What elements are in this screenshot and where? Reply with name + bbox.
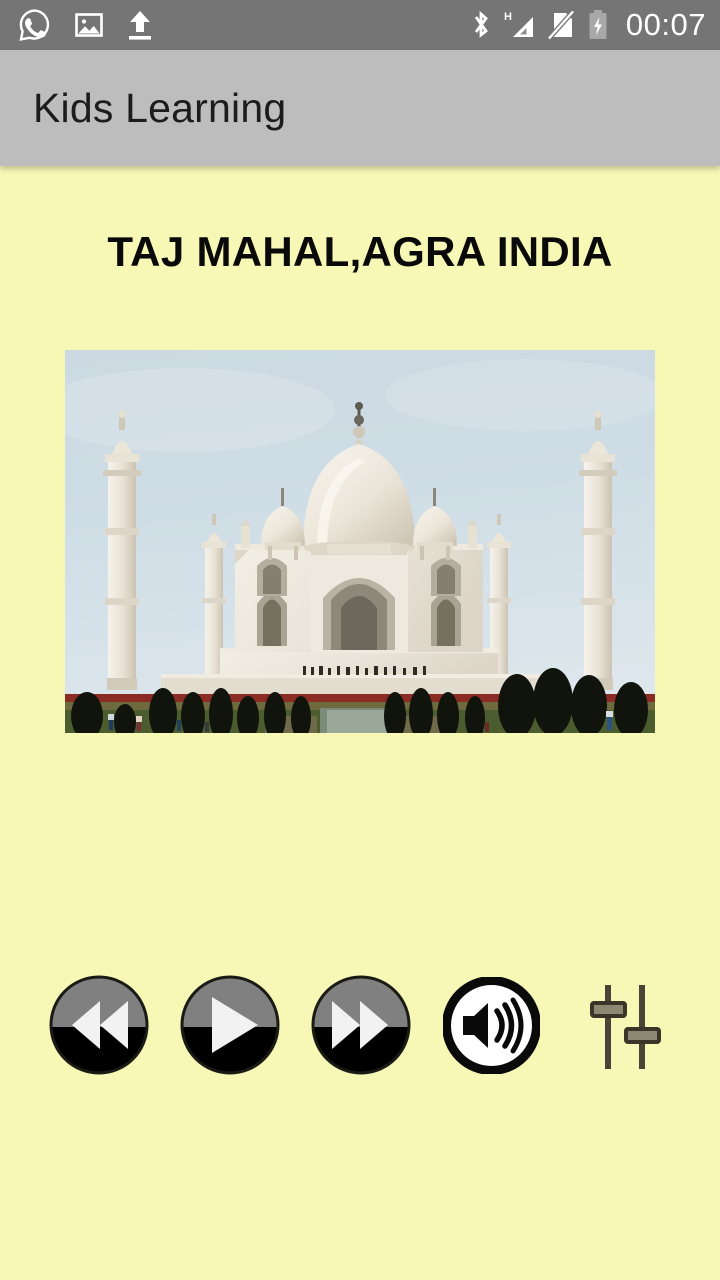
signal-h-icon: H — [502, 8, 536, 42]
playback-controls — [0, 975, 720, 1085]
main-content: TAJ MAHAL,AGRA INDIA — [0, 166, 720, 1280]
previous-button[interactable] — [48, 975, 150, 1075]
taj-mahal-photo[interactable] — [65, 350, 655, 733]
page-title: TAJ MAHAL,AGRA INDIA — [107, 228, 613, 275]
app-bar: Kids Learning — [0, 50, 720, 166]
status-bar-left-icons — [18, 8, 154, 42]
app-screen: H 00:07 Kids Learning TAJ MAHAL,AGRA IND… — [0, 0, 720, 1280]
next-button[interactable] — [310, 975, 412, 1075]
bluetooth-icon — [470, 8, 492, 42]
svg-text:H: H — [504, 11, 512, 23]
no-sim-icon — [546, 8, 576, 42]
equalizer-button[interactable] — [584, 977, 666, 1077]
play-button[interactable] — [179, 975, 281, 1075]
battery-charging-icon — [586, 8, 610, 42]
whatsapp-icon — [18, 8, 52, 42]
app-title: Kids Learning — [33, 84, 287, 131]
status-bar: H 00:07 — [0, 0, 720, 50]
volume-button[interactable] — [443, 977, 540, 1074]
upload-icon — [126, 8, 154, 42]
status-bar-clock: 00:07 — [625, 7, 706, 42]
image-icon — [74, 10, 104, 40]
status-bar-right-icons: H 00:07 — [470, 7, 706, 43]
